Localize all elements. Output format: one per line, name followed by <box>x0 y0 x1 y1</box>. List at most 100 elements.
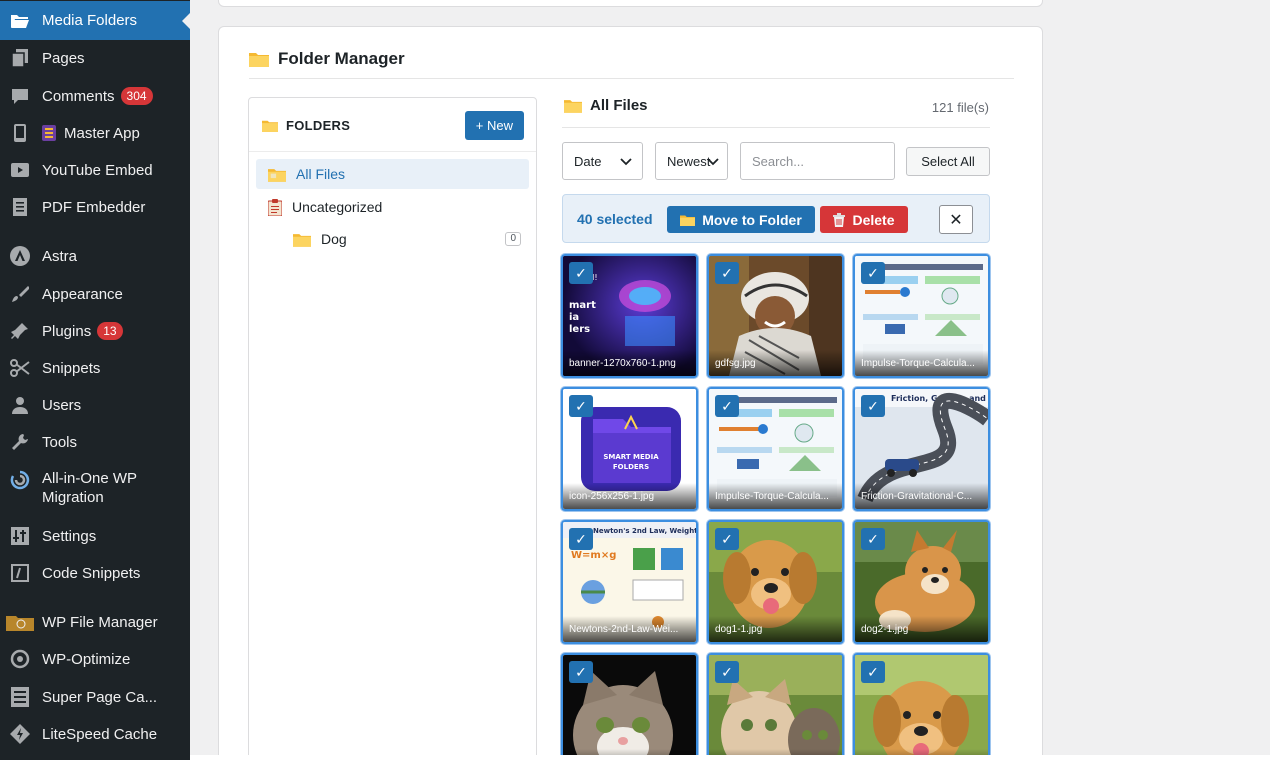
sidebar-item-plugins[interactable]: Plugins 13 <box>0 320 190 342</box>
file-tile[interactable]: SMART MEDIA FOLDERS ✓ icon-256x256-1.jpg <box>561 387 698 511</box>
order-select[interactable]: Newest <box>655 142 728 180</box>
sidebar-item-media-folders[interactable]: Media Folders <box>0 1 190 40</box>
sidebar-item-label: Super Page Ca... <box>42 688 158 706</box>
close-icon: ✕ <box>949 211 963 229</box>
sidebar-item-label: Settings <box>42 527 97 545</box>
file-tile[interactable]: ✓ Impulse-Torque-Calcula... <box>853 254 990 378</box>
sidebar-item-label: Tools <box>42 433 78 451</box>
folders-title: FOLDERS <box>262 118 350 133</box>
search-input[interactable]: Search... <box>740 142 895 180</box>
file-tile[interactable]: Newton's 2nd Law, Weight & W=m×g ✓ Newto… <box>561 520 698 644</box>
sidebar-item-youtube-embed[interactable]: YouTube Embed <box>0 159 190 181</box>
trash-icon <box>833 212 846 227</box>
sidebar-item-code-snippets[interactable]: Code Snippets <box>0 562 190 584</box>
folder-icon <box>262 120 278 132</box>
delete-button[interactable]: Delete <box>820 206 908 233</box>
sidebar-item-settings[interactable]: Settings <box>0 525 190 547</box>
file-tile[interactable]: ✓ gdfsg.jpg <box>707 254 844 378</box>
sidebar-item-pdf-embedder[interactable]: PDF Embedder <box>0 196 190 218</box>
checkbox-checked-icon[interactable]: ✓ <box>861 395 885 417</box>
folder-icon <box>564 100 582 113</box>
sidebar-item-label: Pages <box>42 49 85 67</box>
cache-icon <box>9 686 31 708</box>
file-name: dog1-1.jpg <box>709 616 842 642</box>
sidebar-item-label: Media Folders <box>42 12 138 29</box>
checkbox-checked-icon[interactable]: ✓ <box>715 528 739 550</box>
brush-icon <box>9 283 31 305</box>
file-name: dog2-1.jpg <box>855 616 988 642</box>
sidebar-item-label: All-in-One WP Migration <box>42 470 137 506</box>
checkbox-checked-icon[interactable]: ✓ <box>861 528 885 550</box>
move-to-folder-button[interactable]: Move to Folder <box>667 206 815 233</box>
sidebar-item-appearance[interactable]: Appearance <box>0 283 190 305</box>
folder-open-icon <box>9 10 31 32</box>
video-icon <box>9 159 31 181</box>
file-name: gdfsg.jpg <box>709 350 842 376</box>
sort-by-value: Date <box>574 153 602 169</box>
checkbox-checked-icon[interactable]: ✓ <box>569 661 593 683</box>
delete-label: Delete <box>852 211 895 228</box>
sidebar-item-pages[interactable]: Pages <box>0 47 190 69</box>
checkbox-checked-icon[interactable]: ✓ <box>569 262 593 284</box>
search-placeholder: Search... <box>752 153 805 169</box>
file-name: Impulse-Torque-Calcula... <box>855 350 988 376</box>
mobile-icon <box>9 122 31 144</box>
sidebar-item-all-in-one-migration[interactable]: All-in-One WP Migration <box>0 469 190 509</box>
user-icon <box>9 394 31 416</box>
file-tile[interactable]: ✓ <box>707 653 844 760</box>
sidebar-item-master-app[interactable]: Master App <box>0 122 190 144</box>
file-tile[interactable]: Friction, Gravity, and Cent ✓ Friction-G… <box>853 387 990 511</box>
sidebar-item-label: WP File Manager <box>42 613 158 631</box>
file-tile[interactable]: ✓ dog2-1.jpg <box>853 520 990 644</box>
sidebar-item-super-page-cache[interactable]: Super Page Ca... <box>0 686 190 708</box>
clear-selection-button[interactable]: ✕ <box>939 205 973 234</box>
folder-icon <box>293 232 311 247</box>
checkbox-checked-icon[interactable]: ✓ <box>715 661 739 683</box>
sidebar-item-label: Users <box>42 396 82 414</box>
folder-manager-card: Folder Manager FOLDERS + New All Files U… <box>218 26 1043 760</box>
sidebar-item-tools[interactable]: Tools <box>0 431 190 453</box>
folder-item-uncategorized[interactable]: Uncategorized <box>268 196 382 218</box>
file-name: Newtons-2nd-Law-Wei... <box>563 616 696 642</box>
folder-count-badge: 0 <box>505 232 521 246</box>
file-tile[interactable]: ✓ <box>561 653 698 760</box>
new-folder-button[interactable]: + New <box>464 111 524 140</box>
selection-bar: 40 selected Move to Folder Delete ✕ <box>562 194 990 243</box>
folder-item-all-files[interactable]: All Files <box>256 159 529 189</box>
folder-item-dog[interactable]: Dog 0 <box>293 228 521 250</box>
folders-title-label: FOLDERS <box>286 118 351 133</box>
wrench-icon <box>9 431 31 453</box>
sort-by-select[interactable]: Date <box>562 142 643 180</box>
page-title: Folder Manager <box>278 49 405 68</box>
litespeed-icon <box>9 723 31 745</box>
files-panel-title-label: All Files <box>590 97 648 114</box>
checkbox-checked-icon[interactable]: ✓ <box>861 262 885 284</box>
checkbox-checked-icon[interactable]: ✓ <box>569 395 593 417</box>
file-name: banner-1270x760-1.png <box>563 350 696 376</box>
sidebar-item-litespeed-cache[interactable]: LiteSpeed Cache <box>0 723 190 745</box>
sidebar-item-users[interactable]: Users <box>0 394 190 416</box>
sidebar-item-comments[interactable]: Comments 304 <box>0 85 190 107</box>
checkbox-checked-icon[interactable]: ✓ <box>715 395 739 417</box>
file-tile[interactable]: ✓ Impulse-Torque-Calcula... <box>707 387 844 511</box>
svg-text:FOLDERS: FOLDERS <box>613 463 649 471</box>
svg-text:Newton's 2nd Law, Weight &: Newton's 2nd Law, Weight & <box>593 527 696 535</box>
file-tile[interactable]: ✓ dog1-1.jpg <box>707 520 844 644</box>
sidebar-item-astra[interactable]: Astra <box>0 245 190 267</box>
active-indicator <box>182 13 190 29</box>
folder-item-label: Dog <box>321 231 347 247</box>
checkbox-checked-icon[interactable]: ✓ <box>715 262 739 284</box>
bottom-strip <box>190 755 1270 760</box>
app-logo-icon <box>42 125 56 141</box>
sidebar-item-wp-optimize[interactable]: WP-Optimize <box>0 648 190 670</box>
sidebar-item-snippets[interactable]: Snippets <box>0 357 190 379</box>
sidebar-item-label: WP-Optimize <box>42 650 131 668</box>
checkbox-checked-icon[interactable]: ✓ <box>861 661 885 683</box>
checkbox-checked-icon[interactable]: ✓ <box>569 528 593 550</box>
file-tile[interactable]: RCH AGAIN! mart ia lers ✓ banner-1270x76… <box>561 254 698 378</box>
sidebar-item-label: PDF Embedder <box>42 198 146 216</box>
admin-sidebar: Media Folders Pages Comments 304 Master … <box>0 0 190 760</box>
sidebar-item-wp-file-manager[interactable]: WP File Manager <box>0 611 190 633</box>
file-tile[interactable]: ✓ <box>853 653 990 760</box>
select-all-button[interactable]: Select All <box>906 147 990 176</box>
